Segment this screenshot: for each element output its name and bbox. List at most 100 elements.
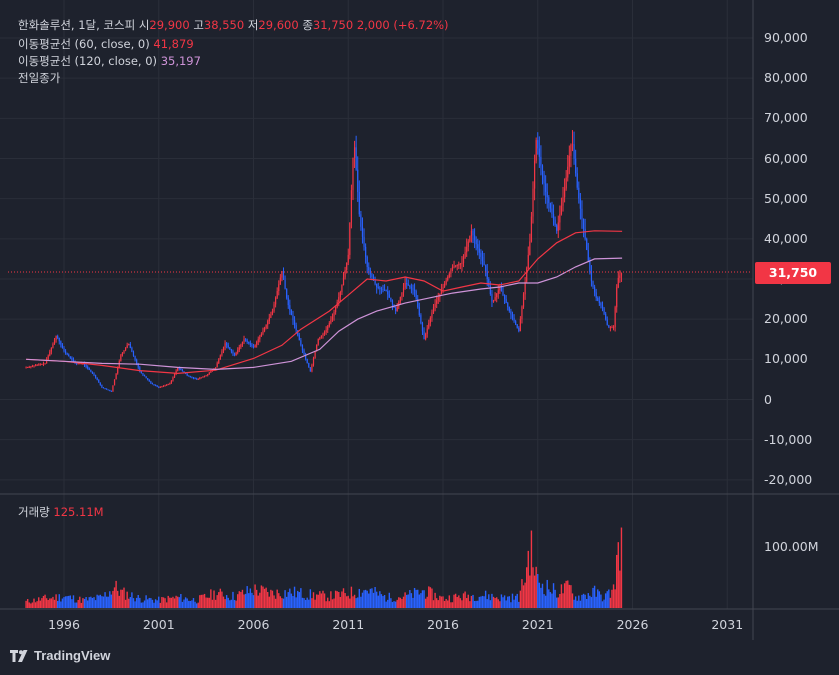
price-bar-body	[180, 368, 182, 371]
volume-bar	[34, 602, 37, 608]
volume-bar	[543, 594, 545, 608]
price-bar-body	[270, 314, 272, 318]
time-axis-tick: 2001	[142, 617, 175, 632]
volume-bar	[459, 598, 462, 608]
price-bar-body	[207, 374, 209, 376]
price-bar-body	[197, 378, 199, 380]
volume-bar	[394, 601, 397, 608]
price-bar-body	[485, 265, 487, 272]
price-bar-body	[150, 381, 152, 384]
volume-bar	[273, 595, 275, 608]
price-bar-body	[455, 265, 457, 267]
price-bar-body	[344, 269, 346, 278]
volume-bar	[320, 593, 323, 608]
price-bar-body	[565, 177, 567, 189]
price-bar-body	[286, 288, 288, 298]
price-bar-body	[188, 375, 190, 377]
price-bar-body	[521, 306, 523, 319]
volume-bar	[235, 600, 237, 608]
price-bar-body	[395, 307, 397, 312]
time-axis-tick: 2016	[427, 617, 459, 632]
price-bar-body	[263, 327, 266, 332]
volume-bar	[60, 601, 62, 608]
volume-bar	[535, 566, 537, 608]
volume-bar	[524, 582, 526, 608]
volume-bar	[412, 597, 414, 608]
volume-bar	[218, 592, 220, 608]
price-bar-body	[466, 246, 468, 253]
volume-bar	[153, 602, 155, 608]
price-bar-body	[365, 246, 367, 257]
volume-bar	[571, 593, 574, 608]
price-bar-body	[189, 376, 191, 378]
price-bar-body	[222, 347, 225, 352]
volume-bar	[456, 596, 458, 608]
volume-bar	[467, 594, 469, 608]
price-bar-body	[409, 285, 411, 288]
volume-bar	[383, 595, 386, 608]
price-bar-body	[533, 160, 536, 189]
volume-bar	[338, 591, 340, 608]
price-bar-body	[113, 379, 116, 386]
price-bar-body	[549, 202, 551, 209]
price-bar-body	[312, 357, 315, 365]
price-bar-body	[233, 353, 236, 356]
price-bar-body	[256, 341, 258, 345]
price-bar-body	[387, 291, 389, 295]
volume-bar	[499, 601, 501, 608]
volume-bar	[317, 594, 319, 608]
volume-bar	[124, 599, 127, 608]
ma60-legend[interactable]: 이동평균선 (60, close, 0) 41,879	[18, 36, 194, 52]
price-bar-body	[480, 252, 482, 257]
volume-bar	[282, 598, 285, 608]
volume-bar	[472, 594, 474, 608]
price-bar-body	[436, 300, 438, 304]
price-bar-body	[308, 363, 310, 368]
volume-bar	[437, 600, 439, 608]
volume-bar	[158, 596, 160, 608]
volume-bar	[123, 587, 125, 608]
volume-bar	[267, 591, 269, 608]
volume-bar	[358, 588, 361, 608]
volume-legend[interactable]: 거래량 125.11M	[18, 504, 104, 520]
price-bar-body	[426, 328, 428, 334]
volume-bar	[189, 600, 192, 608]
price-bar-body	[563, 188, 566, 198]
price-bar-body	[241, 341, 244, 345]
volume-bar	[413, 587, 416, 608]
volume-bar	[132, 598, 135, 608]
time-axis-tick: 2026	[616, 617, 649, 632]
price-bar-body	[543, 174, 545, 184]
volume-bar	[369, 588, 372, 608]
volume-bar	[33, 598, 35, 608]
price-bar-body	[385, 290, 387, 292]
price-bar-body	[143, 374, 146, 377]
price-bar-body	[404, 283, 406, 288]
volume-bar	[347, 595, 349, 608]
price-bar-body	[123, 350, 125, 353]
price-bar-body	[292, 315, 294, 321]
price-bar-body	[104, 388, 106, 390]
symbol-name: 한화솔루션, 1달, 코스피	[18, 18, 136, 32]
price-bar-body	[363, 236, 365, 247]
price-bar-body	[478, 248, 480, 253]
price-bar-body	[529, 241, 531, 255]
price-axis-tick: 70,000	[764, 110, 808, 126]
price-bar-body	[30, 366, 32, 368]
volume-bar	[484, 590, 487, 608]
price-bar-body	[421, 323, 424, 332]
price-bar-body	[246, 340, 248, 342]
volume-bar	[183, 599, 185, 608]
volume-bar	[508, 596, 511, 608]
price-bar-body	[597, 297, 599, 301]
price-bar-body	[309, 367, 311, 372]
volume-bar	[409, 590, 411, 608]
tradingview-logo[interactable]: TradingView	[10, 648, 110, 663]
chart-canvas[interactable]	[0, 0, 839, 675]
price-bar-body	[518, 327, 520, 332]
price-bar-body	[145, 376, 147, 379]
price-bar-body	[162, 385, 165, 387]
ma120-legend[interactable]: 이동평균선 (120, close, 0) 35,197	[18, 53, 201, 69]
prev-close-legend[interactable]: 전일종가	[18, 70, 60, 86]
price-bar-body	[90, 370, 92, 372]
